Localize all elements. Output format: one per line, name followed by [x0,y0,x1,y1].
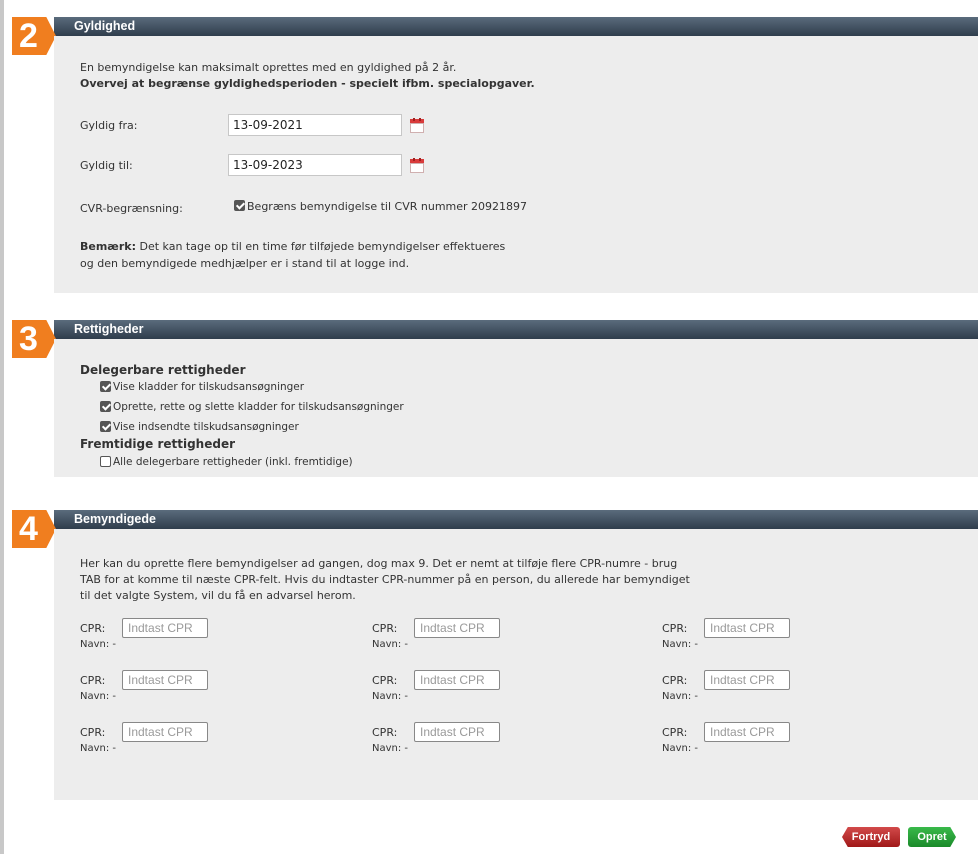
future-heading: Fremtidige rettigheder [80,437,236,451]
intro-warning: Overvej at begrænse gyldighedsperioden -… [80,77,535,90]
name-value: Navn: - [372,743,409,754]
step-badge: 3 [12,320,56,358]
valid-from-label: Gyldig fra: [80,119,138,132]
section-header: Bemyndigede [54,510,978,529]
cpr-input[interactable]: Indtast CPR [414,618,500,638]
cpr-input[interactable]: Indtast CPR [414,722,500,742]
cpr-label: CPR: [372,674,398,687]
section-body: Delegerbare rettigheder Vise kladder for… [54,339,978,477]
cancel-button[interactable]: Fortryd [842,827,900,847]
cpr-input[interactable]: Indtast CPR [122,670,208,690]
section-header: Gyldighed [54,17,978,36]
step-number: 4 [19,510,38,548]
right-checkbox[interactable] [100,421,111,432]
cpr-label: CPR: [662,674,688,687]
section-title: Bemyndigede [74,512,156,526]
section-rights: Rettigheder 3 Delegerbare rettigheder Vi… [10,320,978,477]
valid-to-input[interactable]: 13-09-2023 [228,154,402,176]
valid-from-input[interactable]: 13-09-2021 [228,114,402,136]
delegable-heading: Delegerbare rettigheder [80,363,246,377]
left-border [0,0,4,854]
cpr-input[interactable]: Indtast CPR [122,722,208,742]
name-value: Navn: - [662,691,699,702]
step-badge: 4 [12,510,56,548]
note-line2: og den bemyndigede medhjælper er i stand… [80,257,410,270]
create-button[interactable]: Opret [908,827,956,847]
section-body: En bemyndigelse kan maksimalt oprettes m… [54,36,978,293]
name-value: Navn: - [80,691,117,702]
valid-to-label: Gyldig til: [80,159,133,172]
cpr-input[interactable]: Indtast CPR [122,618,208,638]
right-checkbox[interactable] [100,401,111,412]
step-number: 3 [19,320,38,358]
intro-line2: TAB for at komme til næste CPR-felt. Hvi… [80,573,690,586]
cpr-input[interactable]: Indtast CPR [414,670,500,690]
cpr-input[interactable]: Indtast CPR [704,670,790,690]
right-label[interactable]: Vise indsendte tilskudsansøgninger [113,421,299,433]
intro-line1: Her kan du oprette flere bemyndigelser a… [80,557,678,570]
name-value: Navn: - [372,691,409,702]
section-title: Gyldighed [74,19,136,33]
cpr-label: CPR: [662,726,688,739]
step-number: 2 [19,17,38,55]
cpr-input[interactable]: Indtast CPR [704,722,790,742]
intro-text: En bemyndigelse kan maksimalt oprettes m… [80,61,457,74]
note-bold: Bemærk: [80,240,136,253]
cpr-label: CPR: [372,726,398,739]
calendar-icon[interactable] [410,118,424,133]
future-right-checkbox[interactable] [100,456,111,467]
right-label[interactable]: Vise kladder for tilskudsansøgninger [113,381,304,393]
step-badge: 2 [12,17,56,55]
right-label[interactable]: Oprette, rette og slette kladder for til… [113,401,404,413]
section-header: Rettigheder [54,320,978,339]
note-line1: Det kan tage op til en time før tilføjed… [135,240,506,253]
name-value: Navn: - [662,639,699,650]
cpr-label: CPR: [80,726,106,739]
calendar-icon[interactable] [410,158,424,173]
cvr-label: CVR-begrænsning: [80,202,183,215]
intro-line3: til det valgte System, vil du få en adva… [80,589,356,602]
section-authorized: Bemyndigede 4 Her kan du oprette flere b… [10,510,978,800]
cvr-checkbox-label[interactable]: Begræns bemyndigelse til CVR nummer 2092… [247,200,527,213]
name-value: Navn: - [80,743,117,754]
note-text: Bemærk: Det kan tage op til en time før … [80,240,505,253]
cpr-label: CPR: [662,622,688,635]
future-right-label[interactable]: Alle delegerbare rettigheder (inkl. frem… [113,456,353,468]
name-value: Navn: - [80,639,117,650]
name-value: Navn: - [662,743,699,754]
cpr-label: CPR: [372,622,398,635]
right-checkbox[interactable] [100,381,111,392]
section-validity: Gyldighed 2 En bemyndigelse kan maksimal… [10,17,978,293]
cpr-label: CPR: [80,674,106,687]
section-body: Her kan du oprette flere bemyndigelser a… [54,529,978,800]
section-title: Rettigheder [74,322,144,336]
cvr-checkbox[interactable] [234,200,245,211]
cpr-input[interactable]: Indtast CPR [704,618,790,638]
cpr-label: CPR: [80,622,106,635]
name-value: Navn: - [372,639,409,650]
